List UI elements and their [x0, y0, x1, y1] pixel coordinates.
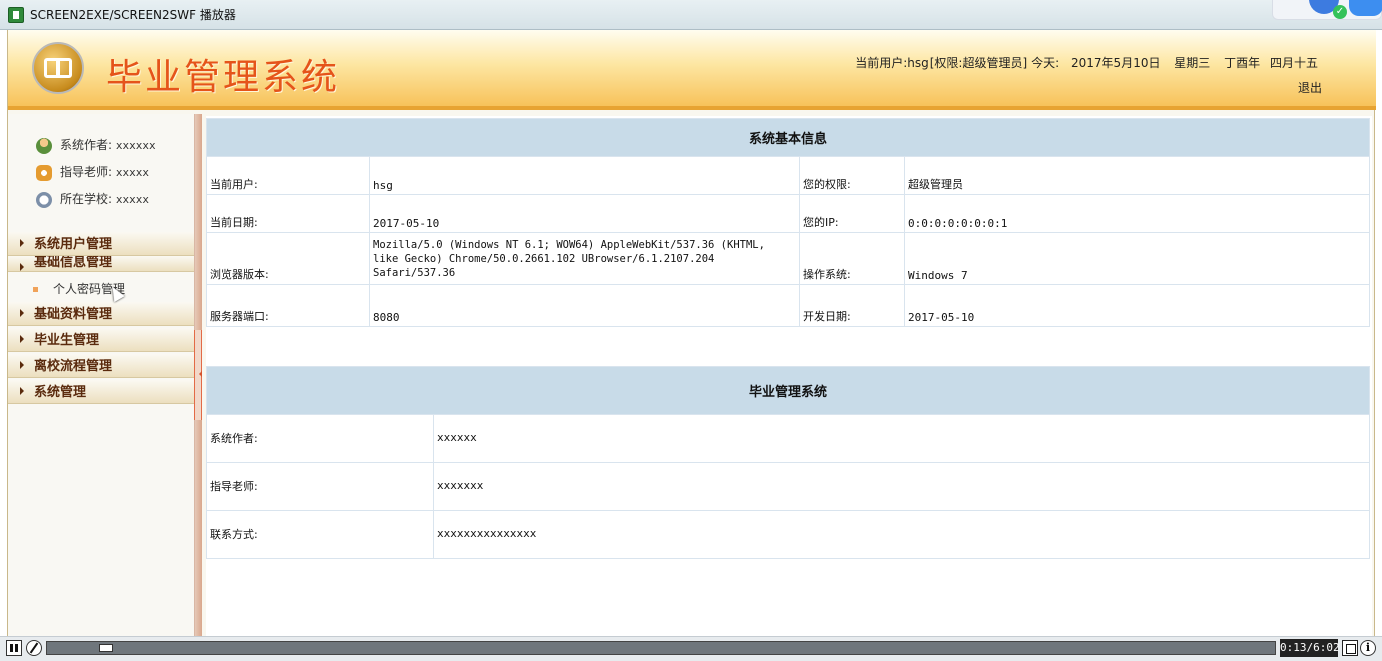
- fullscreen-icon[interactable]: [1342, 640, 1358, 656]
- row-label: 服务器端口:: [206, 284, 370, 327]
- info-label: 所在学校:: [60, 192, 113, 206]
- row-label: 开发日期:: [799, 284, 905, 327]
- stop-icon[interactable]: [26, 640, 42, 656]
- table-row: 当前日期: 2017-05-10 您的IP: 0:0:0:0:0:0:0:1: [206, 194, 1370, 233]
- player-controls: 0:13/6:02 i: [0, 636, 1382, 661]
- lunar-day: 四月十五: [1269, 56, 1318, 70]
- today-label: 今天:: [1031, 56, 1060, 70]
- row-value: 8080: [369, 284, 800, 327]
- row-label: 系统作者:: [206, 414, 434, 463]
- row-label: 当前用户:: [206, 156, 370, 195]
- row-label: 浏览器版本:: [206, 232, 370, 285]
- menu-system-admin[interactable]: 系统管理: [8, 380, 194, 404]
- row-label: 指导老师:: [206, 462, 434, 511]
- table-row: 浏览器版本: Mozilla/5.0 (Windows NT 6.1; WOW6…: [206, 232, 1370, 285]
- submenu-password[interactable]: 个人密码管理: [8, 278, 194, 300]
- tray-icon: [1349, 0, 1382, 16]
- seek-thumb[interactable]: [99, 644, 113, 652]
- menu-basic-info[interactable]: 基础信息管理: [8, 256, 194, 272]
- clock-icon: [36, 191, 52, 208]
- seek-bar[interactable]: [46, 641, 1276, 655]
- school-info: 所在学校: xxxxx: [36, 190, 149, 208]
- check-icon: ✓: [1333, 5, 1347, 19]
- notification-bubble[interactable]: ✓: [1272, 0, 1382, 20]
- row-label: 联系方式:: [206, 510, 434, 559]
- permission: [权限:超级管理员]: [929, 56, 1028, 70]
- pause-icon[interactable]: [6, 640, 22, 656]
- menu-basic-data[interactable]: 基础资料管理: [8, 302, 194, 326]
- row-label: 您的IP:: [799, 194, 905, 233]
- teacher-info: 指导老师: xxxxx: [36, 163, 149, 181]
- table-row: 当前用户: hsg 您的权限: 超级管理员: [206, 156, 1370, 195]
- menu-system-users[interactable]: 系统用户管理: [8, 232, 194, 256]
- table-row: 服务器端口: 8080 开发日期: 2017-05-10: [206, 284, 1370, 327]
- row-value: Windows 7: [904, 232, 1370, 285]
- time-readout: 0:13/6:02: [1280, 639, 1340, 657]
- current-user: 当前用户:hsg: [855, 56, 929, 70]
- system-info-heading: 系统基本信息: [206, 118, 1370, 157]
- table-row: 指导老师: xxxxxxx: [206, 462, 1370, 511]
- lunar-year: 丁酉年: [1224, 56, 1261, 70]
- row-value: 2017-05-10: [904, 284, 1370, 327]
- app-icon: [8, 7, 24, 23]
- menu-leaving-process[interactable]: 离校流程管理: [8, 354, 194, 378]
- table-row: 系统作者: xxxxxx: [206, 414, 1370, 463]
- sidebar: 系统作者: xxxxxx 指导老师: xxxxx 所在学校: xxxxx 系统用…: [8, 114, 194, 636]
- row-value: 2017-05-10: [369, 194, 800, 233]
- window-title: SCREEN2EXE/SCREEN2SWF 播放器: [30, 8, 236, 22]
- row-value: 超级管理员: [904, 156, 1370, 195]
- app-title: 毕业管理系统: [106, 57, 341, 98]
- info-value: xxxxxx: [115, 139, 156, 152]
- weekday: 星期三: [1174, 56, 1211, 70]
- title-bar: SCREEN2EXE/SCREEN2SWF 播放器 ✓: [0, 0, 1382, 30]
- row-label: 当前日期:: [206, 194, 370, 233]
- bullet-icon: [33, 287, 38, 292]
- menu-graduates[interactable]: 毕业生管理: [8, 328, 194, 352]
- sidebar-toggle-icon[interactable]: [194, 330, 202, 420]
- date: 2017年5月10日: [1071, 56, 1161, 70]
- row-value: xxxxxx: [433, 414, 1370, 463]
- row-label: 您的权限:: [799, 156, 905, 195]
- row-value: 0:0:0:0:0:0:0:1: [904, 194, 1370, 233]
- info-icon[interactable]: i: [1360, 640, 1376, 656]
- app-header: 毕业管理系统 当前用户:hsg[权限:超级管理员] 今天: 2017年5月10日 …: [8, 30, 1376, 110]
- row-value: hsg: [369, 156, 800, 195]
- system-info-table: 系统基本信息 当前用户: hsg 您的权限: 超级管理员 当前日期: 2017-…: [206, 118, 1370, 327]
- users-icon: [36, 137, 52, 154]
- logo-icon: [32, 42, 84, 94]
- row-label: 操作系统:: [799, 232, 905, 285]
- author-info: 系统作者: xxxxxx: [36, 136, 156, 154]
- row-value: Mozilla/5.0 (Windows NT 6.1; WOW64) Appl…: [369, 232, 800, 285]
- phone-icon: [36, 164, 52, 181]
- info-label: 指导老师:: [60, 165, 113, 179]
- info-value: xxxxx: [115, 193, 149, 206]
- info-label: 系统作者:: [60, 138, 113, 152]
- info-value: xxxxx: [115, 166, 149, 179]
- table-row: 联系方式: xxxxxxxxxxxxxxx: [206, 510, 1370, 559]
- player-window: SCREEN2EXE/SCREEN2SWF 播放器 ✓ 毕业管理系统 当前用户:…: [0, 0, 1382, 661]
- row-value: xxxxxxxxxxxxxxx: [433, 510, 1370, 559]
- app-frame: 毕业管理系统 当前用户:hsg[权限:超级管理员] 今天: 2017年5月10日 …: [7, 30, 1376, 636]
- about-heading: 毕业管理系统: [206, 366, 1370, 415]
- logout-link[interactable]: 退出: [1298, 79, 1322, 96]
- about-table: 毕业管理系统 系统作者: xxxxxx 指导老师: xxxxxxx 联系方式: …: [206, 366, 1370, 559]
- main-content: 系统基本信息 当前用户: hsg 您的权限: 超级管理员 当前日期: 2017-…: [206, 116, 1372, 636]
- user-info: 当前用户:hsg[权限:超级管理员] 今天: 2017年5月10日 星期三 丁酉年…: [851, 54, 1318, 71]
- row-value: xxxxxxx: [433, 462, 1370, 511]
